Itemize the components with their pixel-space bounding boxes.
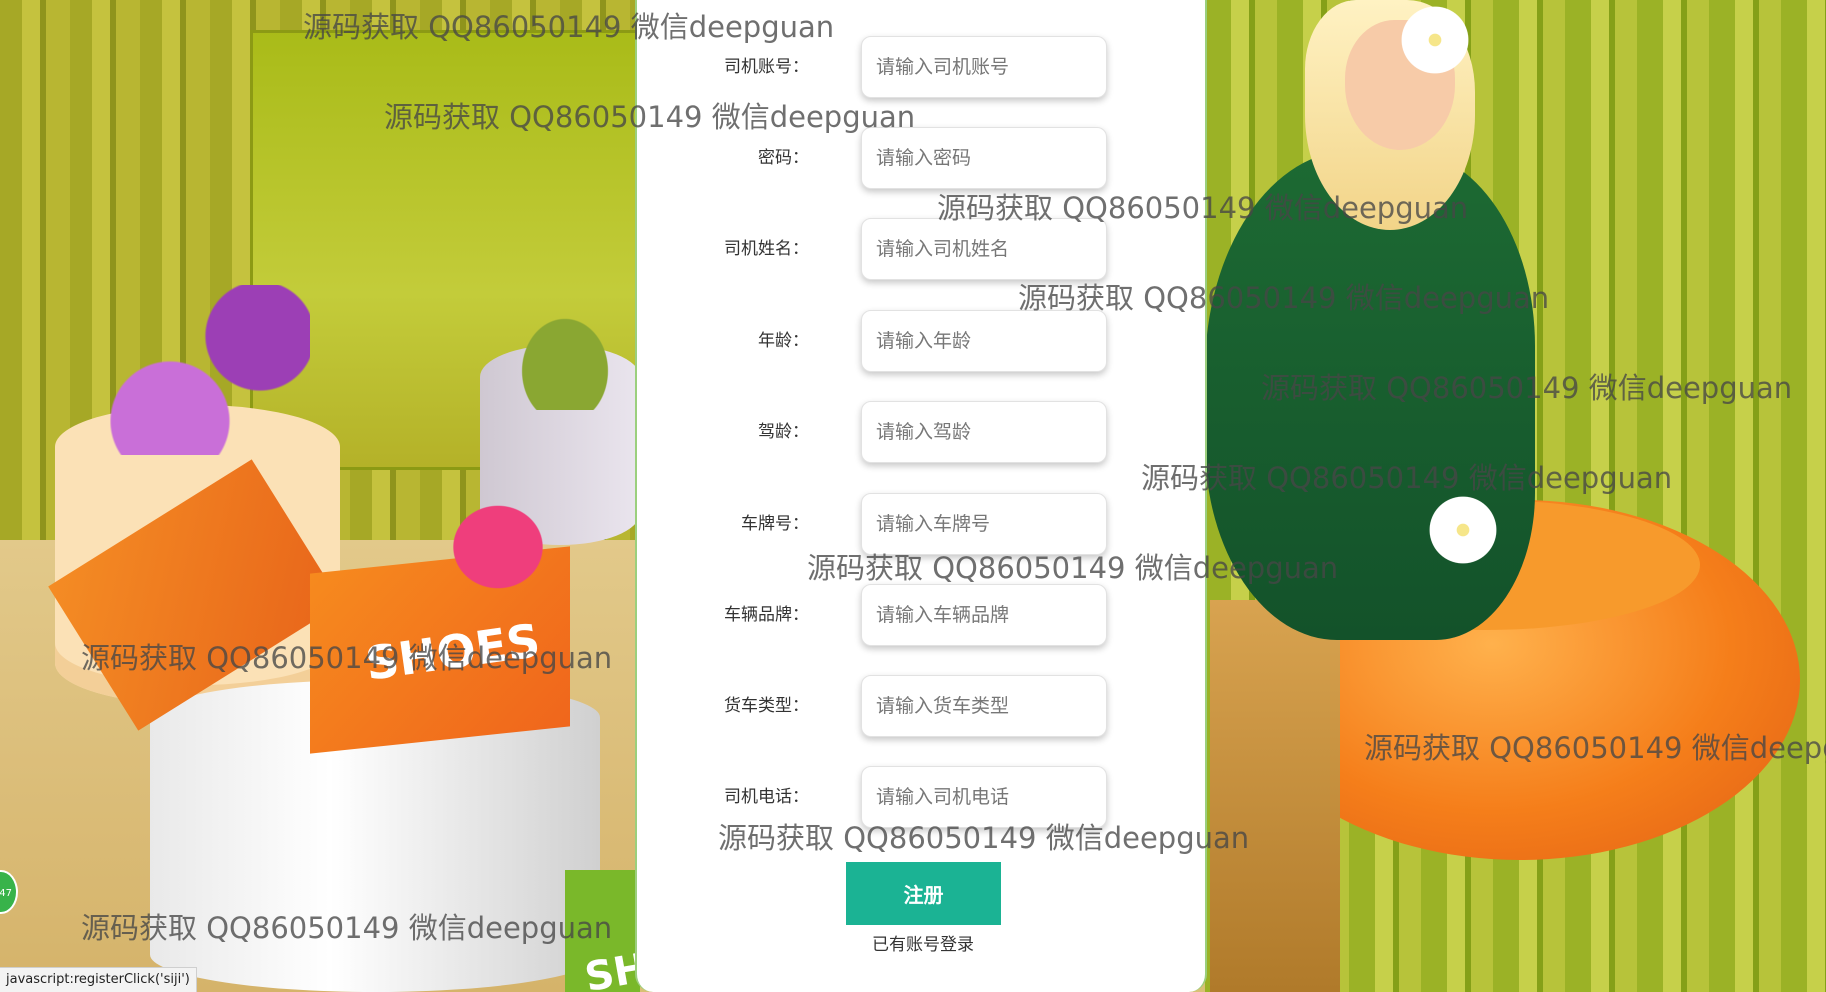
login-link[interactable]: 已有账号登录 xyxy=(637,930,1209,955)
driver-name-input[interactable] xyxy=(861,218,1107,280)
age-label: 年龄： xyxy=(758,331,809,351)
browser-status-bar: javascript:registerClick('siji') xyxy=(0,967,197,992)
register-button[interactable]: 注册 xyxy=(846,862,1001,925)
vehicle-brand-input[interactable] xyxy=(861,584,1107,646)
password-label: 密码： xyxy=(758,148,809,168)
purple-shoe-illustration xyxy=(110,285,310,455)
form-row-plate-number: 车牌号： xyxy=(637,493,1209,555)
form-row-truck-type: 货车类型： xyxy=(637,675,1209,737)
woman-legs-illustration xyxy=(1210,600,1340,992)
truck-type-label: 货车类型： xyxy=(724,696,809,716)
driver-phone-input[interactable] xyxy=(861,766,1107,828)
green-shoe-illustration xyxy=(515,280,640,410)
truck-type-input[interactable] xyxy=(861,675,1107,737)
form-row-driver-phone: 司机电话： xyxy=(637,766,1209,828)
form-row-driving-years: 驾龄： xyxy=(637,401,1209,463)
vehicle-brand-label: 车辆品牌： xyxy=(724,605,809,625)
driving-years-input[interactable] xyxy=(861,401,1107,463)
form-row-driver-name: 司机姓名： xyxy=(637,218,1209,280)
driver-phone-label: 司机电话： xyxy=(724,787,809,807)
driver-account-input[interactable] xyxy=(861,36,1107,98)
driver-name-label: 司机姓名： xyxy=(724,239,809,259)
driving-years-label: 驾龄： xyxy=(758,422,809,442)
form-row-vehicle-brand: 车辆品牌： xyxy=(637,584,1209,646)
driver-account-label: 司机账号： xyxy=(724,57,809,77)
form-row-driver-account: 司机账号： xyxy=(637,36,1209,98)
flower-dress-illustration xyxy=(1418,490,1508,570)
form-row-password: 密码： xyxy=(637,127,1209,189)
age-input[interactable] xyxy=(861,310,1107,372)
plate-number-label: 车牌号： xyxy=(741,514,809,534)
pink-shoe-illustration xyxy=(420,475,550,595)
password-input[interactable] xyxy=(861,127,1107,189)
plate-number-input[interactable] xyxy=(861,493,1107,555)
form-row-age: 年龄： xyxy=(637,310,1209,372)
flower-hair-illustration xyxy=(1390,0,1480,80)
registration-form-card: 司机账号： 密码： 司机姓名： 年龄： 驾龄： 车牌号： 车辆品牌： 货车类型：… xyxy=(635,0,1207,992)
